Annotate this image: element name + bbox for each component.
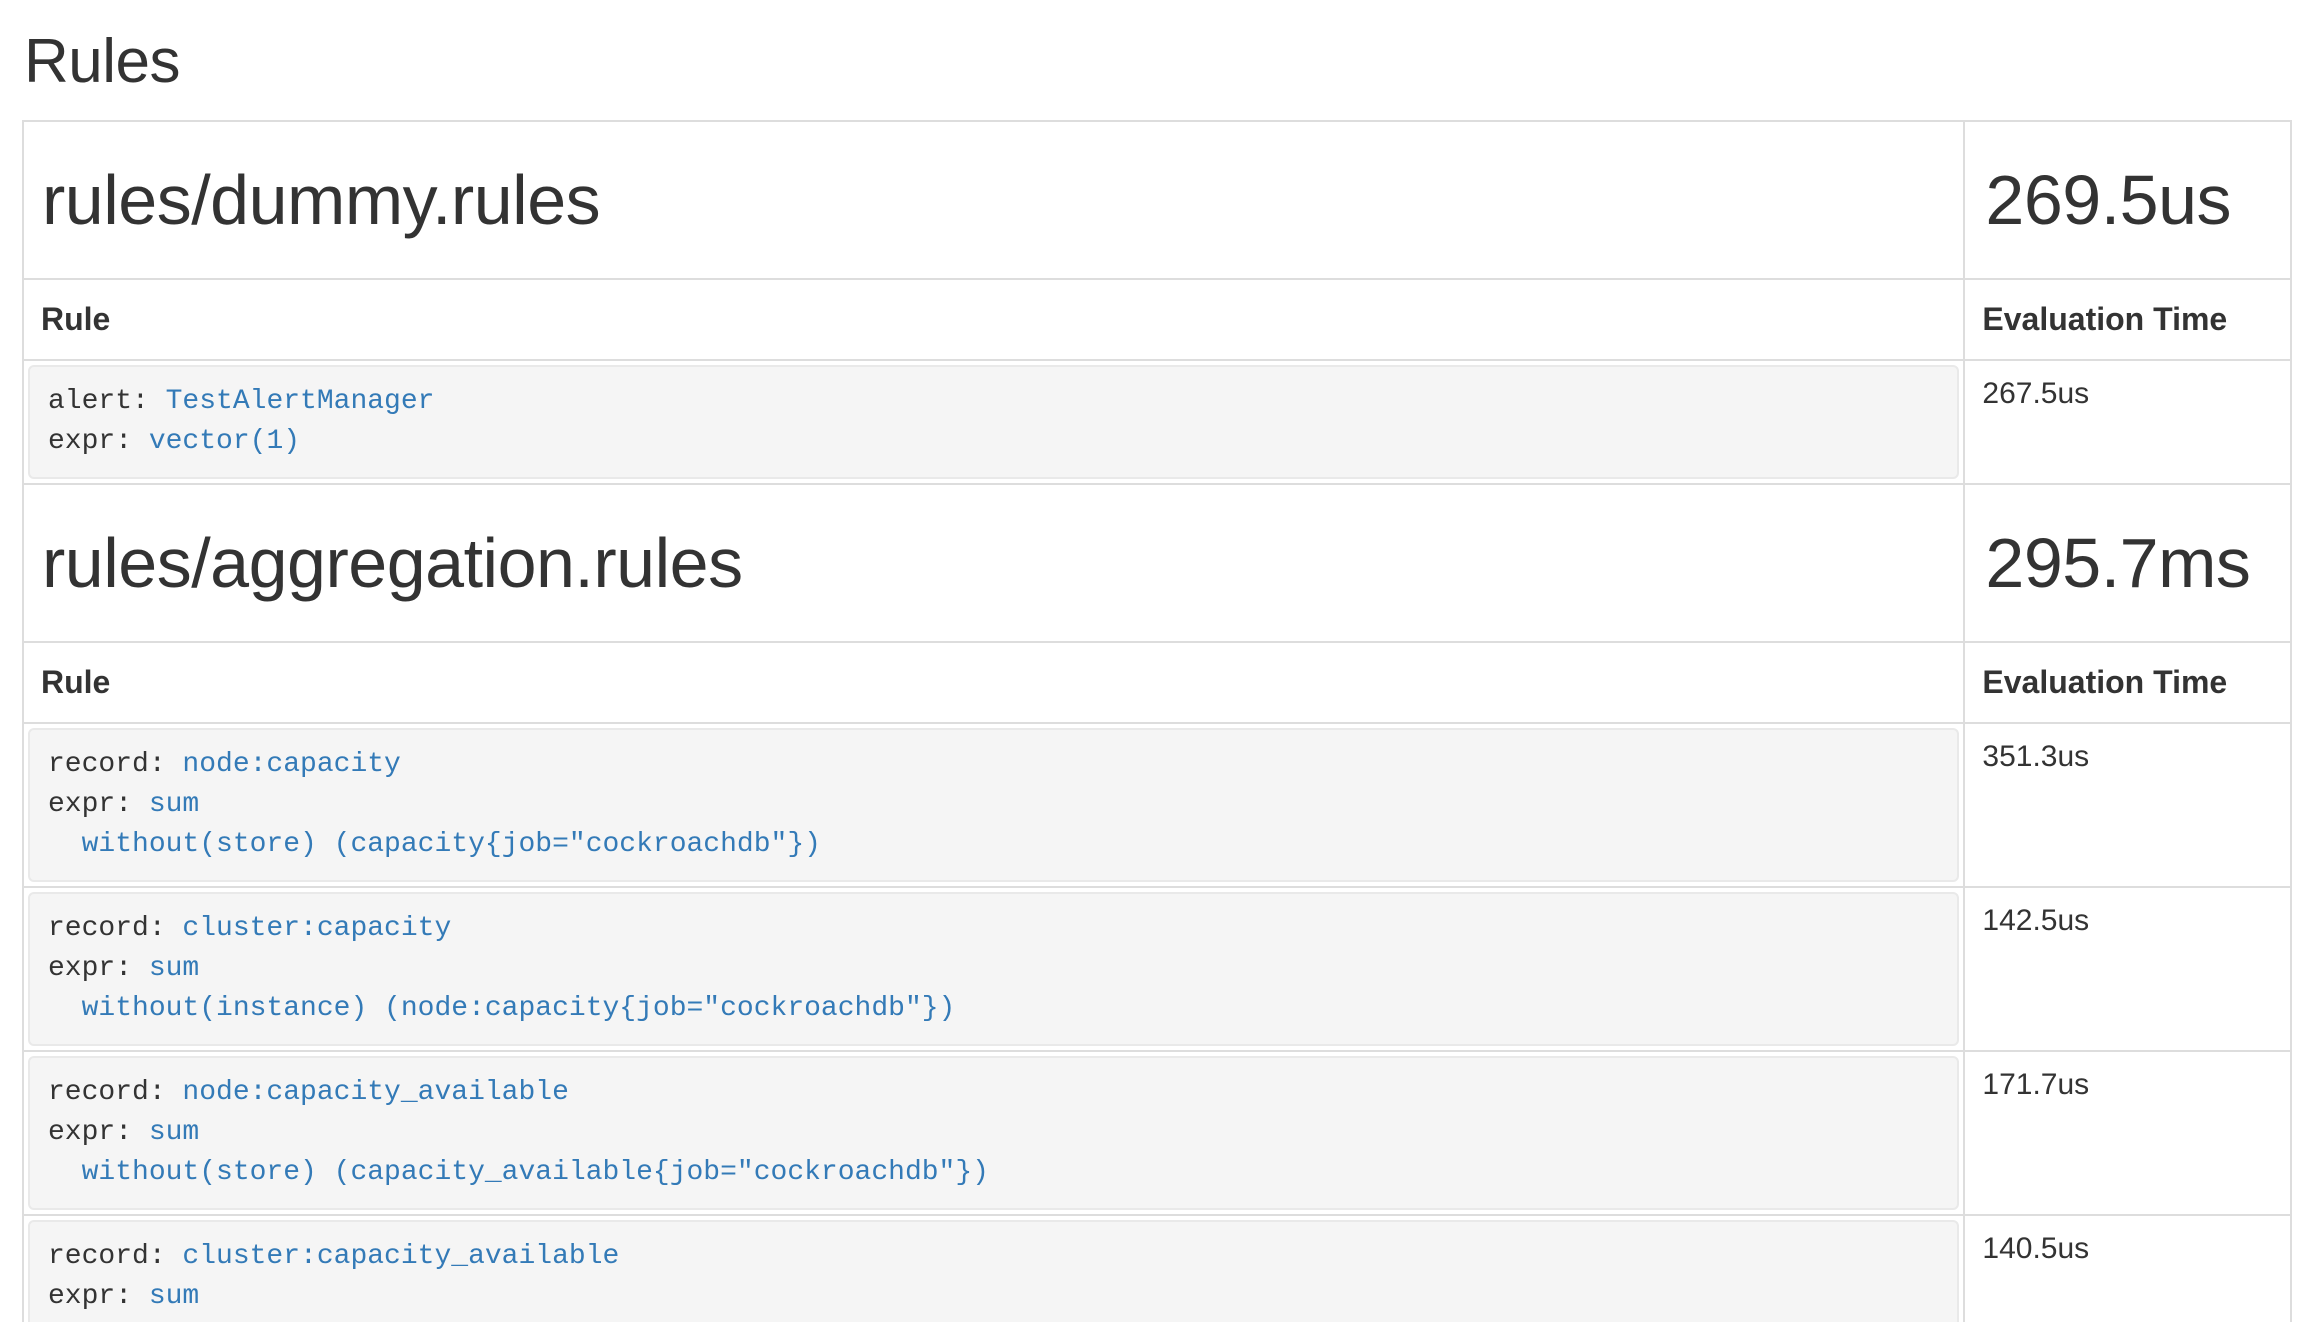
rule-cell: record: cluster:capacity_available expr:… (23, 1215, 1964, 1322)
rule-link[interactable]: node:capacity (182, 749, 400, 780)
rule-group-file: rules/aggregation.rules (42, 524, 743, 602)
rule-row: record: cluster:capacity expr: sum witho… (23, 887, 2291, 1051)
rule-eval-time: 142.5us (1964, 887, 2291, 1051)
page-title: Rules (24, 28, 2292, 96)
rule-group-eval-time: 295.7ms (1964, 484, 2291, 642)
rule-eval-time: 351.3us (1964, 723, 2291, 887)
column-header-row: RuleEvaluation Time (23, 642, 2291, 723)
rule-key: expr: (48, 426, 149, 457)
rule-cell: record: node:capacity expr: sum without(… (23, 723, 1964, 887)
rule-code: record: node:capacity expr: sum without(… (28, 728, 1959, 882)
rule-link[interactable]: sum without(instance) (node:capacity{job… (48, 953, 955, 1024)
rule-link[interactable]: cluster:capacity (182, 913, 451, 944)
rule-code: record: cluster:capacity expr: sum witho… (28, 892, 1959, 1046)
column-header-rule: Rule (23, 642, 1964, 723)
rule-group-file: rules/dummy.rules (42, 161, 600, 239)
rule-row: record: node:capacity_available expr: su… (23, 1051, 2291, 1215)
rule-key: alert: (48, 386, 166, 417)
column-header-evaluation-time: Evaluation Time (1964, 279, 2291, 360)
rules-page: Rules rules/dummy.rules269.5usRuleEvalua… (0, 28, 2316, 1322)
column-header-rule: Rule (23, 279, 1964, 360)
rule-row: alert: TestAlertManager expr: vector(1)2… (23, 360, 2291, 484)
rule-link[interactable]: node:capacity_available (182, 1077, 568, 1108)
rule-link[interactable]: TestAlertManager (166, 386, 435, 417)
rule-key: expr: (48, 1117, 149, 1148)
rule-link[interactable]: sum without(store) (capacity{job="cockro… (48, 789, 821, 860)
column-header-row: RuleEvaluation Time (23, 279, 2291, 360)
rule-key: record: (48, 1077, 182, 1108)
rule-eval-time: 171.7us (1964, 1051, 2291, 1215)
rule-code: record: node:capacity_available expr: su… (28, 1056, 1959, 1210)
rule-row: record: node:capacity expr: sum without(… (23, 723, 2291, 887)
rule-eval-time: 140.5us (1964, 1215, 2291, 1322)
rule-row: record: cluster:capacity_available expr:… (23, 1215, 2291, 1322)
rule-key: expr: (48, 953, 149, 984)
rule-code: alert: TestAlertManager expr: vector(1) (28, 365, 1959, 479)
rule-eval-time: 267.5us (1964, 360, 2291, 484)
rules-table: rules/dummy.rules269.5usRuleEvaluation T… (22, 120, 2292, 1322)
rule-cell: alert: TestAlertManager expr: vector(1) (23, 360, 1964, 484)
rule-group-eval-time: 269.5us (1964, 121, 2291, 279)
rule-link[interactable]: sum without(instance) (node:capacity_ava… (48, 1281, 1123, 1322)
rule-cell: record: cluster:capacity expr: sum witho… (23, 887, 1964, 1051)
rule-link[interactable]: sum without(store) (capacity_available{j… (48, 1117, 989, 1188)
rule-group-row: rules/dummy.rules 269.5us (23, 121, 2291, 279)
rule-key: record: (48, 913, 182, 944)
rule-group-file-cell: rules/dummy.rules (23, 121, 1964, 279)
rule-code: record: cluster:capacity_available expr:… (28, 1220, 1959, 1322)
rule-link[interactable]: vector(1) (149, 426, 300, 457)
rule-link[interactable]: cluster:capacity_available (182, 1241, 619, 1272)
rule-cell: record: node:capacity_available expr: su… (23, 1051, 1964, 1215)
rule-key: record: (48, 749, 182, 780)
rule-group-row: rules/aggregation.rules 295.7ms (23, 484, 2291, 642)
rule-key: expr: (48, 1281, 149, 1312)
column-header-evaluation-time: Evaluation Time (1964, 642, 2291, 723)
rule-group-file-cell: rules/aggregation.rules (23, 484, 1964, 642)
rule-key: record: (48, 1241, 182, 1272)
rule-key: expr: (48, 789, 149, 820)
